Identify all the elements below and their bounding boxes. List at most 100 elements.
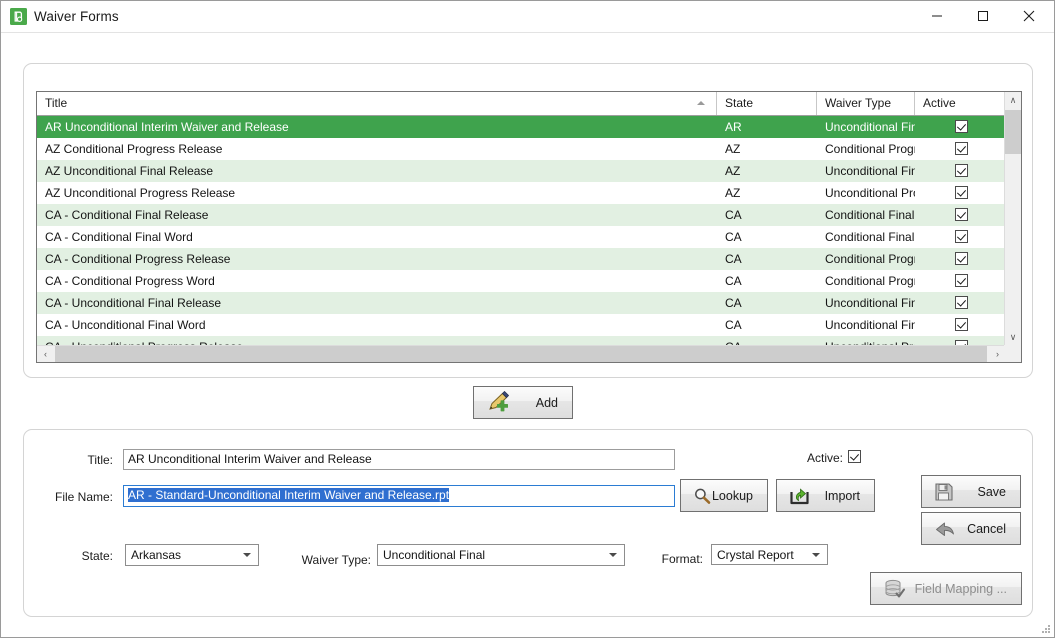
cell-title: CA - Unconditional Final Word <box>45 318 206 332</box>
magnifier-icon <box>693 487 713 505</box>
table-row[interactable]: CA - Conditional Final Release CA Conditio… <box>37 204 1005 226</box>
grid-horizontal-scrollbar[interactable]: ‹ › <box>37 345 1006 362</box>
window-title: Waiver Forms <box>34 9 119 24</box>
waiver-type-dropdown-value: Unconditional Final <box>383 548 486 562</box>
cell-state: CA <box>725 318 742 332</box>
import-button-label: Import <box>824 488 860 503</box>
add-button[interactable]: Add <box>473 386 573 419</box>
import-button[interactable]: Import <box>776 479 875 512</box>
horizontal-scroll-thumb[interactable] <box>55 346 987 362</box>
database-icon <box>883 578 907 600</box>
save-button-label: Save <box>977 484 1007 499</box>
cell-title: CA - Conditional Progress Release <box>45 252 231 266</box>
table-row[interactable]: CA - Conditional Progress Release CA Condi… <box>37 248 1005 270</box>
minimize-icon <box>932 15 942 17</box>
row-active-checkbox[interactable] <box>955 318 968 331</box>
lookup-button[interactable]: Lookup <box>680 479 768 512</box>
cell-title: CA - Unconditional Final Release <box>45 296 222 310</box>
cell-state: AZ <box>725 186 741 200</box>
waiver-forms-grid[interactable]: Title State Waiver Type Active AR Uncond… <box>36 91 1022 363</box>
vertical-scroll-thumb[interactable] <box>1005 110 1021 154</box>
state-field-label: State: <box>81 549 113 563</box>
file-name-input[interactable]: AR - Standard-Unconditional Interim Waiv… <box>123 485 675 507</box>
table-row[interactable]: AZ Unconditional Progress Release AZ Uncon… <box>37 182 1005 204</box>
table-row[interactable]: CA - Conditional Progress Word CA Conditio… <box>37 270 1005 292</box>
scroll-up-icon[interactable]: ∧ <box>1005 92 1021 109</box>
field-mapping-button-label: Field Mapping ... <box>914 581 1007 596</box>
table-row[interactable]: AZ Conditional Progress Release AZ Conditi… <box>37 138 1005 160</box>
column-header-waiver-type[interactable]: Waiver Type <box>817 92 915 115</box>
waiver-form-app-icon <box>10 8 27 25</box>
cell-state: CA <box>725 208 742 222</box>
row-active-checkbox[interactable] <box>955 208 968 221</box>
cell-wtype: Conditional Progr... <box>825 142 915 156</box>
table-row[interactable]: CA - Conditional Final Word CA Conditional… <box>37 226 1005 248</box>
row-active-checkbox[interactable] <box>955 252 968 265</box>
title-input[interactable]: AR Unconditional Interim Waiver and Rele… <box>123 449 675 470</box>
cell-title: AZ Conditional Progress Release <box>45 142 223 156</box>
row-active-checkbox[interactable] <box>955 274 968 287</box>
cell-title: CA - Conditional Final Word <box>45 230 193 244</box>
state-dropdown-value: Arkansas <box>131 548 182 562</box>
cancel-button[interactable]: Cancel <box>921 512 1021 545</box>
cell-state: CA <box>725 274 742 288</box>
column-header-title[interactable]: Title <box>37 92 717 115</box>
lookup-button-label: Lookup <box>711 488 753 503</box>
close-button[interactable] <box>1006 1 1052 31</box>
grid-vertical-scrollbar[interactable]: ∧ ∨ <box>1004 92 1021 346</box>
cell-title: CA - Conditional Final Release <box>45 208 209 222</box>
cell-state: AZ <box>725 142 741 156</box>
add-button-label: Add <box>535 395 558 410</box>
table-row[interactable]: CA - Unconditional Final Word CA Unconditi… <box>37 314 1005 336</box>
maximize-button[interactable] <box>960 1 1006 31</box>
column-header-active[interactable]: Active <box>915 92 1005 115</box>
cell-title: AR Unconditional Interim Waiver and Rele… <box>45 120 289 134</box>
table-row[interactable]: CA - Unconditional Final Release CA Uncond… <box>37 292 1005 314</box>
save-button[interactable]: Save <box>921 475 1021 508</box>
row-active-checkbox[interactable] <box>955 120 968 133</box>
cell-wtype: Unconditional Final <box>825 296 915 310</box>
minimize-button[interactable] <box>914 1 960 31</box>
row-active-checkbox[interactable] <box>955 164 968 177</box>
floppy-disk-icon <box>934 482 954 502</box>
cell-state: AZ <box>725 164 741 178</box>
cell-wtype: Unconditional Final <box>825 164 915 178</box>
active-checkbox[interactable] <box>848 450 861 463</box>
cell-wtype: Conditional Progr... <box>825 274 915 288</box>
format-field-label: Format: <box>661 552 703 566</box>
cell-state: CA <box>725 230 742 244</box>
table-row[interactable]: AR Unconditional Interim Waiver and Rele… <box>37 116 1005 138</box>
cell-wtype: Conditional Final <box>825 208 915 222</box>
table-row[interactable]: AZ Unconditional Final Release AZ Uncondit… <box>37 160 1005 182</box>
grid-body[interactable]: AR Unconditional Interim Waiver and Rele… <box>37 116 1005 347</box>
state-dropdown[interactable]: Arkansas <box>125 544 259 566</box>
row-active-checkbox[interactable] <box>955 230 968 243</box>
cell-wtype: Unconditional Pro... <box>825 186 915 200</box>
cell-wtype: Unconditional Final <box>825 318 915 332</box>
chevron-down-icon <box>609 553 617 557</box>
undo-arrow-icon <box>934 520 956 538</box>
cell-state: CA <box>725 252 742 266</box>
row-active-checkbox[interactable] <box>955 142 968 155</box>
waiver-type-field-label: Waiver Type: <box>301 553 371 567</box>
format-dropdown-value: Crystal Report <box>717 548 794 562</box>
cell-title: AZ Unconditional Final Release <box>45 164 214 178</box>
scroll-down-icon[interactable]: ∨ <box>1005 329 1021 346</box>
file-name-selected-text: AR - Standard-Unconditional Interim Waiv… <box>128 488 450 502</box>
scrollbar-corner <box>1004 345 1021 362</box>
row-active-checkbox[interactable] <box>955 296 968 309</box>
cell-title: AZ Unconditional Progress Release <box>45 186 236 200</box>
row-active-checkbox[interactable] <box>955 186 968 199</box>
title-bar: Waiver Forms <box>1 1 1054 33</box>
grid-header-row: Title State Waiver Type Active <box>37 92 1021 116</box>
waiver-type-dropdown[interactable]: Unconditional Final <box>377 544 625 566</box>
column-header-state[interactable]: State <box>717 92 817 115</box>
scroll-left-icon[interactable]: ‹ <box>37 346 54 362</box>
field-mapping-button[interactable]: Field Mapping ... <box>870 572 1022 605</box>
application-window: Waiver Forms Title State Waiver Type Act <box>0 0 1055 638</box>
maximize-icon <box>978 11 988 21</box>
format-dropdown[interactable]: Crystal Report <box>711 544 828 565</box>
pen-plus-icon <box>486 390 512 415</box>
resize-grip[interactable] <box>1039 622 1051 634</box>
cancel-button-label: Cancel <box>967 521 1006 536</box>
